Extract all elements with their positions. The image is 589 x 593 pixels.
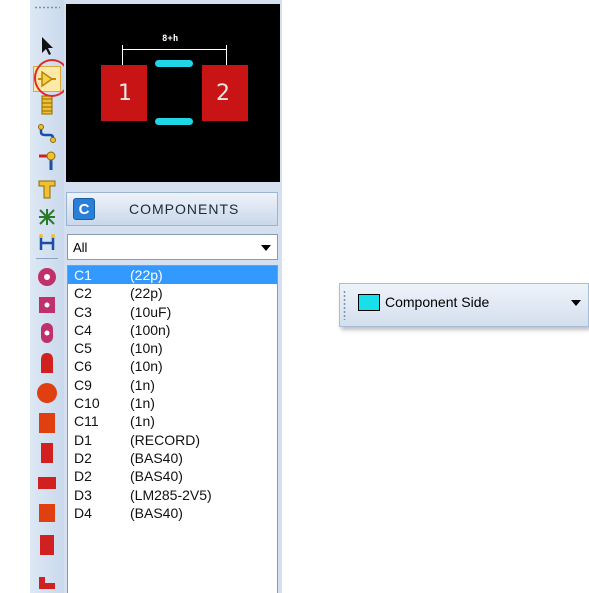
component-list-item[interactable]: D2 (BAS40)	[68, 467, 277, 485]
chevron-down-icon[interactable]	[261, 245, 271, 251]
via-icon[interactable]	[33, 148, 61, 174]
component-ref: D3	[74, 486, 92, 503]
layer-color-swatch	[358, 294, 380, 311]
components-header: C COMPONENTS	[66, 192, 278, 226]
component-ref: D4	[74, 504, 92, 521]
component-list-item[interactable]: D4 (BAS40)	[68, 504, 277, 522]
component-ref: C10	[74, 395, 100, 412]
pad-1-label: 1	[118, 81, 132, 106]
component-value: (1n)	[130, 413, 155, 430]
pad-2: 2	[202, 65, 248, 121]
dimension-line	[122, 49, 227, 50]
component-list-item[interactable]: D1 (RECORD)	[68, 431, 277, 449]
select-pointer-icon[interactable]	[33, 33, 61, 59]
pad-1: 1	[101, 65, 147, 121]
component-value: (10n)	[130, 358, 163, 375]
silkscreen-top	[155, 60, 193, 67]
component-ref: C11	[74, 413, 99, 430]
component-list-item[interactable]: C11 (1n)	[68, 412, 277, 430]
toolbar-grip[interactable]	[34, 6, 60, 9]
component-list-item[interactable]: C10 (1n)	[68, 394, 277, 412]
component-value: (BAS40)	[130, 504, 183, 521]
component-ref: C4	[74, 321, 92, 338]
component-value: (LM285-2V5)	[130, 486, 212, 503]
track-icon[interactable]	[33, 120, 61, 146]
component-value: (10n)	[130, 340, 163, 357]
toolbar-separator	[36, 258, 58, 259]
component-ref: C3	[74, 303, 92, 320]
component-value: (22p)	[130, 285, 163, 302]
large-round-pad-icon[interactable]	[33, 380, 61, 406]
round-pad-icon[interactable]	[33, 264, 61, 290]
dil-pad-icon[interactable]	[33, 350, 61, 376]
component-ref: D1	[74, 431, 92, 448]
component-list-item[interactable]: C5 (10n)	[68, 339, 277, 357]
smt-pad-icon[interactable]	[33, 470, 61, 496]
chevron-down-icon[interactable]	[571, 300, 581, 306]
connectivity-icon[interactable]	[33, 230, 61, 256]
component-value: (RECORD)	[130, 431, 200, 448]
corner-pad-icon[interactable]	[33, 566, 61, 592]
component-value: (BAS40)	[130, 449, 183, 466]
component-list-item[interactable]: C1 (22p)	[68, 266, 277, 285]
zone-icon[interactable]	[33, 176, 61, 202]
layer-toolbar-grip[interactable]	[343, 290, 346, 320]
component-list-item[interactable]: C3 (10uF)	[68, 303, 277, 321]
component-value: (22p)	[130, 267, 163, 283]
component-value: (10uF)	[130, 303, 172, 320]
edge-pad-icon[interactable]	[33, 440, 61, 466]
component-value: (1n)	[130, 376, 155, 393]
component-list[interactable]: C1 (22p) C2 (22p) C3 (10uF) C4 (100n) C5 (10n) C6 (…	[67, 265, 278, 593]
pad-2-label: 2	[216, 81, 230, 106]
component-list-item[interactable]: D3 (LM285-2V5)	[68, 486, 277, 504]
dimension-label: 8+h	[162, 34, 179, 44]
component-list-item[interactable]: D2 (BAS40)	[68, 449, 277, 467]
layer-name: Component Side	[385, 294, 490, 310]
component-list-item[interactable]: C9 (1n)	[68, 376, 277, 394]
component-ref: C6	[74, 358, 92, 375]
component-ref: D2	[74, 468, 92, 485]
component-value: (BAS40)	[130, 468, 183, 485]
large-square-pad-icon[interactable]	[33, 410, 61, 436]
component-list-item[interactable]: C6 (10n)	[68, 357, 277, 375]
filter-value: All	[73, 240, 88, 255]
polygon-pad-icon[interactable]	[33, 500, 61, 526]
component-filter-dropdown[interactable]: All	[67, 234, 278, 260]
components-panel: 8+h 1 2 C COMPONENTS All C1 (22p) C2 (22p) C…	[64, 0, 282, 593]
component-value: (1n)	[130, 395, 155, 412]
silkscreen-bottom	[155, 118, 193, 125]
square-pad-icon[interactable]	[33, 292, 61, 318]
component-ref: C1	[74, 267, 92, 283]
component-value: (100n)	[130, 321, 171, 338]
component-ref: C2	[74, 285, 92, 302]
components-mode-button[interactable]: C	[73, 198, 95, 220]
component-ref: C9	[74, 376, 92, 393]
component-ref: D2	[74, 449, 92, 466]
component-ref: C5	[74, 340, 92, 357]
oval-pad-icon[interactable]	[33, 320, 61, 346]
component-list-item[interactable]: C2 (22p)	[68, 284, 277, 302]
components-title: COMPONENTS	[129, 201, 240, 217]
layer-selector[interactable]: Component Side	[339, 283, 589, 327]
component-list-item[interactable]: C4 (100n)	[68, 321, 277, 339]
ratsnest-icon[interactable]	[33, 204, 61, 230]
rect-pad-icon[interactable]	[33, 532, 61, 558]
package-preview: 8+h 1 2	[66, 4, 280, 182]
